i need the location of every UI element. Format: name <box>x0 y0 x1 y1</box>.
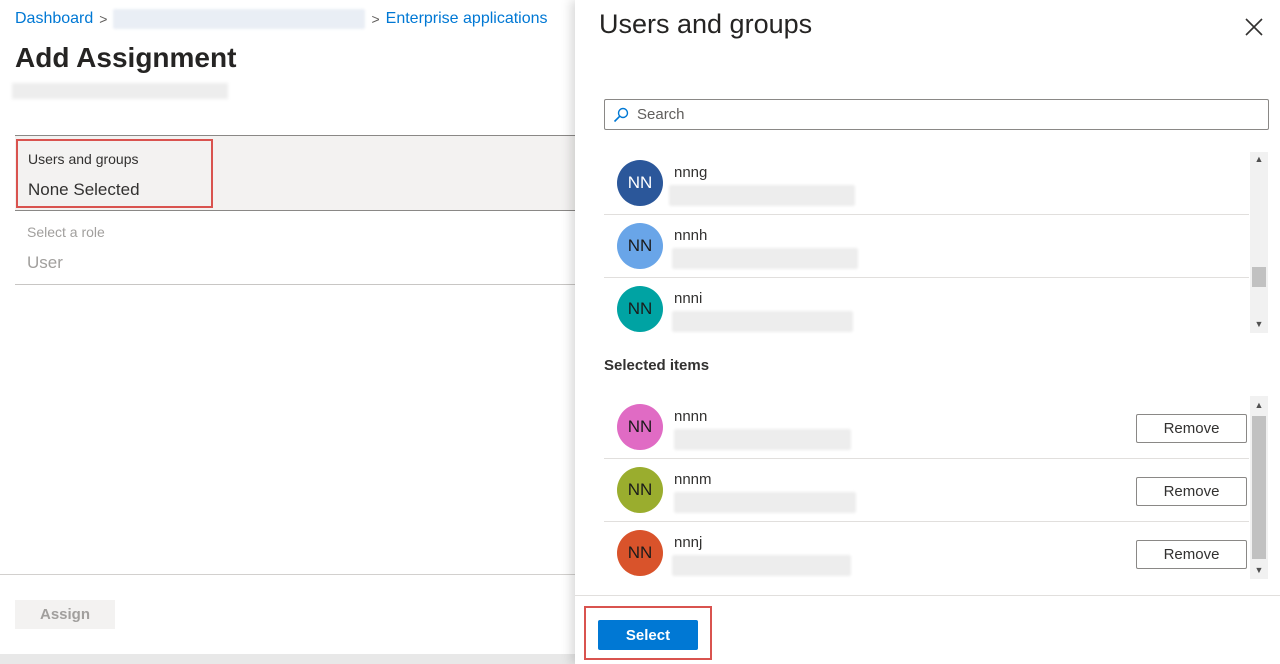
list-item: NN nnnj Remove <box>604 522 1249 585</box>
chevron-right-icon: > <box>371 11 380 27</box>
panel-footer-divider <box>575 595 1280 596</box>
horizontal-scrollbar[interactable] <box>0 654 575 664</box>
scroll-up-icon[interactable]: ▲ <box>1250 398 1268 412</box>
scroll-down-icon[interactable]: ▼ <box>1250 563 1268 577</box>
users-and-groups-label: Users and groups <box>28 151 139 167</box>
item-email-redacted <box>672 555 851 576</box>
results-list: NN nnng NN nnnh NN nnni <box>604 152 1249 333</box>
panel-title: Users and groups <box>599 9 813 39</box>
select-role-label: Select a role <box>27 224 105 240</box>
avatar: NN <box>617 530 663 576</box>
item-name: nnnj <box>674 534 703 551</box>
avatar: NN <box>617 223 663 269</box>
avatar: NN <box>617 467 663 513</box>
breadcrumb-dashboard-link[interactable]: Dashboard <box>15 10 93 28</box>
breadcrumb: Dashboard > > Enterprise applications <box>15 9 548 29</box>
scroll-up-icon[interactable]: ▲ <box>1250 152 1268 166</box>
chevron-right-icon: > <box>99 11 108 27</box>
item-name: nnng <box>674 164 708 181</box>
item-name: nnni <box>674 290 703 307</box>
users-and-groups-value: None Selected <box>28 180 140 199</box>
list-item[interactable]: NN nnnh <box>604 215 1249 278</box>
item-name: nnnn <box>674 408 708 425</box>
select-role-row: Select a role User <box>15 211 575 285</box>
avatar: NN <box>617 286 663 332</box>
item-name: nnnh <box>674 227 708 244</box>
footer-divider <box>0 574 575 575</box>
page-title: Add Assignment <box>15 42 237 73</box>
item-email-redacted <box>674 429 851 450</box>
scroll-thumb[interactable] <box>1252 267 1266 287</box>
scroll-thumb[interactable] <box>1252 416 1266 559</box>
item-email-redacted <box>674 492 856 513</box>
selected-items-heading: Selected items <box>604 357 710 374</box>
item-email-redacted <box>672 311 853 332</box>
users-and-groups-panel: Users and groups NN nnng NN nnnh NN nnni… <box>575 0 1280 664</box>
selected-list: NN nnnn Remove NN nnnm Remove NN nnnj Re… <box>604 396 1249 579</box>
list-item: NN nnnn Remove <box>604 396 1249 459</box>
users-and-groups-field[interactable]: Users and groups None Selected <box>16 139 213 208</box>
assign-button[interactable]: Assign <box>15 600 115 629</box>
list-item[interactable]: NN nnni <box>604 278 1249 341</box>
close-icon[interactable] <box>1243 16 1265 38</box>
scroll-down-icon[interactable]: ▼ <box>1250 317 1268 331</box>
remove-button[interactable]: Remove <box>1136 477 1247 506</box>
remove-button[interactable]: Remove <box>1136 414 1247 443</box>
avatar: NN <box>617 404 663 450</box>
results-scrollbar[interactable]: ▲ ▼ <box>1250 152 1268 333</box>
search-input[interactable] <box>635 105 1235 124</box>
list-item: NN nnnm Remove <box>604 459 1249 522</box>
item-email-redacted <box>672 248 858 269</box>
search-icon <box>613 107 629 122</box>
breadcrumb-app-link-redacted[interactable] <box>113 9 366 29</box>
select-button[interactable]: Select <box>598 620 698 650</box>
item-email-redacted <box>669 185 855 206</box>
page-subtitle-redacted <box>12 83 228 99</box>
breadcrumb-enterprise-applications-link[interactable]: Enterprise applications <box>386 10 548 28</box>
selected-scrollbar[interactable]: ▲ ▼ <box>1250 396 1268 579</box>
list-item[interactable]: NN nnng <box>604 152 1249 215</box>
search-box[interactable] <box>604 99 1269 130</box>
item-name: nnnm <box>674 471 712 488</box>
select-role-value: User <box>27 253 63 272</box>
avatar: NN <box>617 160 663 206</box>
remove-button[interactable]: Remove <box>1136 540 1247 569</box>
